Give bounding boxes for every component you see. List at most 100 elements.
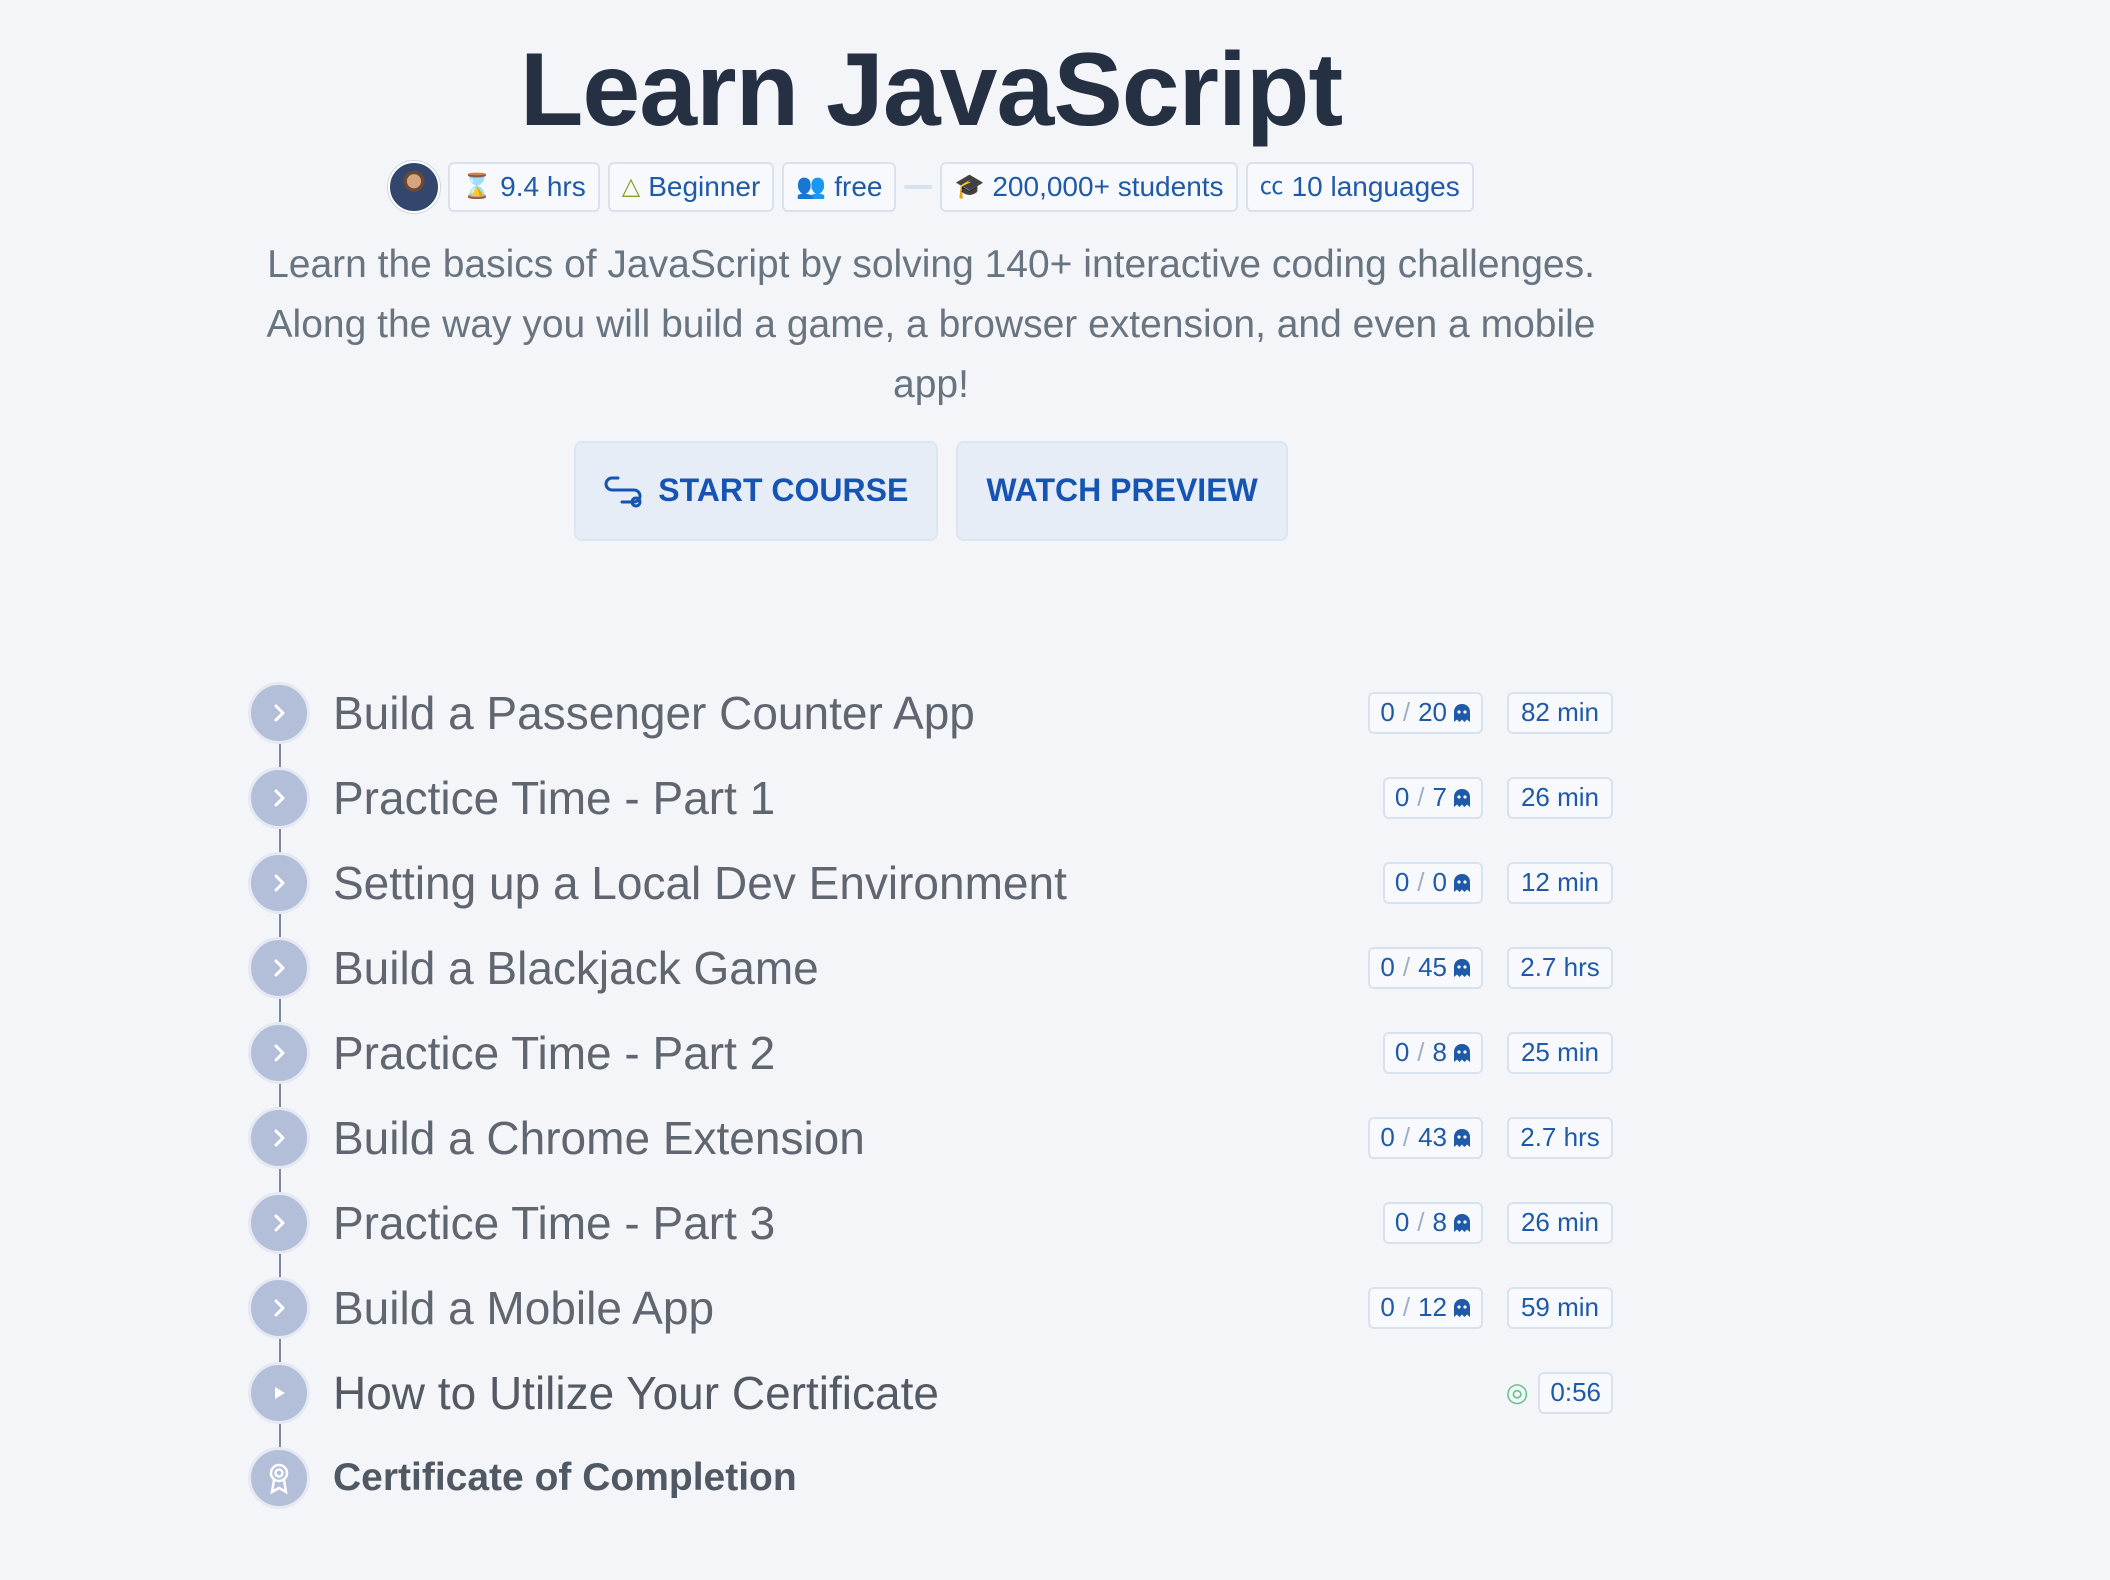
level-text: Beginner [648, 170, 761, 202]
duration-text: 9.4 hrs [500, 170, 586, 202]
ghost-icon [1454, 873, 1470, 892]
challenge-progress-badge: 0/7 [1382, 776, 1483, 819]
challenges-done: 0 [1394, 1037, 1410, 1067]
lesson-duration: 0:56 [1550, 1377, 1601, 1407]
module-duration-badge: 2.7 hrs [1507, 946, 1613, 989]
progress-separator: / [1417, 1207, 1425, 1237]
module-meta: 0/7 26 min [1382, 776, 1613, 819]
chevron-right-icon[interactable] [248, 766, 310, 829]
chevron-right-icon[interactable] [248, 1106, 310, 1169]
people-icon: 👥 [796, 172, 827, 200]
fingerprint-icon: ◎ [1505, 1377, 1529, 1407]
module-title: Practice Time - Part 3 [333, 1196, 776, 1249]
curriculum-list: Build a Passenger Counter App 0/20 82 mi… [248, 670, 1613, 1520]
progress-separator: / [1402, 1292, 1411, 1322]
ghost-icon [1454, 1298, 1470, 1317]
start-course-button[interactable]: START COURSE [574, 440, 939, 541]
ghost-icon [1454, 1043, 1470, 1062]
module-duration-badge: 26 min [1507, 776, 1613, 819]
challenge-progress-badge: 0/8 [1382, 1031, 1483, 1074]
module-duration-badge: 26 min [1507, 1201, 1613, 1244]
module-duration-badge: 82 min [1507, 691, 1613, 734]
module-title: Practice Time - Part 2 [333, 1026, 776, 1079]
ghost-icon [1454, 958, 1470, 977]
certificate-row[interactable]: Certificate of Completion [248, 1435, 1613, 1520]
module-title: Build a Chrome Extension [333, 1111, 865, 1164]
challenges-done: 0 [1394, 867, 1410, 897]
course-description: Learn the basics of JavaScript by solvin… [266, 242, 1596, 406]
module-duration: 2.7 hrs [1520, 952, 1600, 982]
progress-separator: / [1402, 1122, 1411, 1152]
chevron-right-icon[interactable] [248, 851, 310, 914]
module-row[interactable]: Build a Blackjack Game 0/45 2.7 hrs [248, 925, 1613, 1052]
module-duration-badge: 2.7 hrs [1507, 1116, 1613, 1159]
award-icon [248, 1446, 310, 1509]
ghost-icon [1454, 1128, 1470, 1147]
module-row[interactable]: Practice Time - Part 3 0/8 26 min [248, 1180, 1613, 1307]
lesson-meta: ◎ 0:56 [1505, 1371, 1613, 1414]
watch-preview-button[interactable]: WATCH PREVIEW [956, 440, 1288, 541]
challenges-done: 0 [1394, 782, 1410, 812]
module-meta: 0/43 2.7 hrs [1368, 1116, 1613, 1159]
progress-separator: / [1417, 867, 1425, 897]
avatar[interactable] [388, 160, 441, 213]
challenge-progress-badge: 0/12 [1368, 1286, 1483, 1329]
course-actions: START COURSE WATCH PREVIEW [574, 440, 1288, 541]
certificate-lesson-row[interactable]: How to Utilize Your Certificate ◎ 0:56 [248, 1350, 1613, 1477]
progress-separator: / [1402, 697, 1411, 727]
challenges-total: 45 [1418, 952, 1447, 982]
module-row[interactable]: Build a Passenger Counter App 0/20 82 mi… [248, 670, 1613, 797]
closed-captions-icon: ㏄ [1259, 172, 1284, 200]
module-meta: 0/12 59 min [1368, 1286, 1613, 1329]
module-duration-badge: 59 min [1507, 1286, 1613, 1329]
module-meta: 0/8 25 min [1382, 1031, 1613, 1074]
level-chip: △ Beginner [607, 161, 775, 212]
triangle-icon: △ [621, 172, 641, 200]
students-text: 200,000+ students [992, 170, 1224, 202]
chevron-right-icon[interactable] [248, 1191, 310, 1254]
route-icon [604, 476, 642, 508]
duration-chip: ⌛ 9.4 hrs [448, 161, 600, 212]
challenges-total: 8 [1432, 1037, 1447, 1067]
module-title: Build a Mobile App [333, 1281, 715, 1334]
languages-text: 10 languages [1291, 170, 1460, 202]
module-duration: 25 min [1520, 1037, 1600, 1067]
module-duration: 12 min [1520, 867, 1600, 897]
module-duration: 26 min [1520, 782, 1600, 812]
module-title: Build a Blackjack Game [333, 941, 819, 994]
challenges-done: 0 [1380, 697, 1395, 727]
module-duration: 26 min [1520, 1207, 1600, 1237]
chevron-right-icon[interactable] [248, 1021, 310, 1084]
course-meta: ⌛ 9.4 hrs △ Beginner 👥 free 🎓 200,000+ s… [388, 160, 1474, 213]
challenges-total: 7 [1432, 782, 1447, 812]
module-row[interactable]: Build a Chrome Extension 0/43 2.7 hrs [248, 1095, 1613, 1222]
module-row[interactable]: Setting up a Local Dev Environment 0/0 1… [248, 840, 1613, 967]
challenge-progress-badge: 0/43 [1368, 1116, 1483, 1159]
module-row[interactable]: Practice Time - Part 1 0/7 26 min [248, 755, 1613, 882]
challenges-total: 12 [1418, 1292, 1447, 1322]
challenge-progress-badge: 0/45 [1368, 946, 1483, 989]
start-course-label: START COURSE [658, 472, 909, 509]
challenge-progress-badge: 0/8 [1382, 1201, 1483, 1244]
ghost-icon [1454, 703, 1470, 722]
students-chip: 🎓 200,000+ students [940, 161, 1238, 212]
progress-separator: / [1402, 952, 1411, 982]
page-title: Learn JavaScript [519, 32, 1343, 148]
module-title: Practice Time - Part 1 [333, 771, 776, 824]
certificate-title: Certificate of Completion [333, 1455, 797, 1499]
module-row[interactable]: Build a Mobile App 0/12 59 min [248, 1265, 1613, 1392]
module-meta: 0/45 2.7 hrs [1368, 946, 1613, 989]
watch-preview-label: WATCH PREVIEW [986, 472, 1258, 509]
module-meta: 0/0 12 min [1382, 861, 1613, 904]
chevron-right-icon[interactable] [248, 681, 310, 744]
languages-chip: ㏄ 10 languages [1245, 161, 1474, 212]
chevron-right-icon[interactable] [248, 1276, 310, 1339]
ghost-icon [1454, 788, 1470, 807]
challenges-total: 8 [1432, 1207, 1447, 1237]
module-row[interactable]: Practice Time - Part 2 0/8 25 min [248, 1010, 1613, 1137]
challenges-total: 43 [1418, 1122, 1447, 1152]
module-duration: 2.7 hrs [1520, 1122, 1600, 1152]
module-title: Build a Passenger Counter App [333, 686, 975, 739]
module-duration-badge: 25 min [1507, 1031, 1613, 1074]
chevron-right-icon[interactable] [248, 936, 310, 999]
